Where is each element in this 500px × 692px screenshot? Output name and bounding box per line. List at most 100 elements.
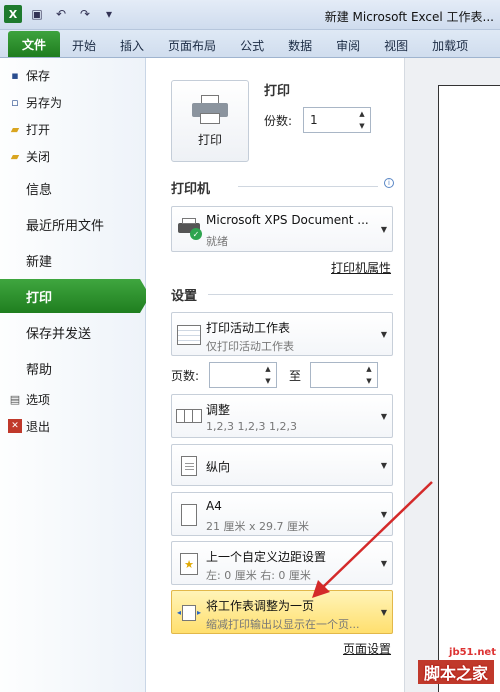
nav-save-as-label: 另存为 xyxy=(26,95,63,110)
scaling-dropdown[interactable]: ◂ ▸ 将工作表调整为一页 缩减打印输出以显示在一个页... ▼ xyxy=(171,590,393,634)
watermark-site: jb51.net xyxy=(449,647,496,658)
copies-spinner[interactable]: 1 ▲ ▼ xyxy=(303,107,371,133)
spinner-arrows-icon[interactable]: ▲ ▼ xyxy=(356,110,368,130)
orientation-title: 纵向 xyxy=(206,460,231,474)
save-icon[interactable]: ▣ xyxy=(28,5,46,23)
window-title: 新建 Microsoft Excel 工作表... xyxy=(324,10,494,24)
collate-subtitle: 1,2,3 1,2,3 1,2,3 xyxy=(206,420,297,433)
nav-exit[interactable]: ✕ 退出 xyxy=(0,415,146,437)
tab-data[interactable]: 数据 xyxy=(276,33,324,57)
paper-icon xyxy=(176,501,202,529)
redo-icon[interactable]: ↷ xyxy=(76,5,94,23)
orientation-dropdown[interactable]: 纵向 ▼ xyxy=(171,444,393,486)
caret-down-icon: ▼ xyxy=(380,330,387,339)
nav-recent-label: 最近所用文件 xyxy=(26,218,105,234)
print-button[interactable]: 打印 xyxy=(171,80,249,162)
printer-heading: 打印机 xyxy=(171,182,211,197)
folder-open-icon: ▰ xyxy=(10,122,20,136)
nav-open[interactable]: ▰ 打开 xyxy=(0,118,146,140)
nav-help[interactable]: 帮助 xyxy=(0,351,146,385)
divider xyxy=(238,186,378,187)
nav-save-as[interactable]: ▫ 另存为 xyxy=(0,91,146,113)
print-heading: 打印 xyxy=(264,84,291,99)
tab-view[interactable]: 视图 xyxy=(372,33,420,57)
nav-close[interactable]: ▰ 关闭 xyxy=(0,145,146,167)
check-icon: ✓ xyxy=(190,228,202,240)
print-preview xyxy=(404,58,500,692)
printer-icon: ✓ xyxy=(176,215,202,243)
nav-recent[interactable]: 最近所用文件 xyxy=(0,207,146,241)
printer-dropdown[interactable]: ✓ Microsoft XPS Document ... 就绪 ▼ xyxy=(171,206,393,252)
scaling-title: 将工作表调整为一页 xyxy=(206,599,315,613)
margins-dropdown[interactable]: ★ 上一个自定义边距设置 左: 0 厘米 右: 0 厘米 ▼ xyxy=(171,541,393,585)
scaling-subtitle: 缩减打印输出以显示在一个页... xyxy=(206,618,360,631)
save-icon: ▪ xyxy=(11,68,19,82)
tab-home[interactable]: 开始 xyxy=(60,33,108,57)
options-icon: ▤ xyxy=(9,392,21,406)
pages-to-spinner[interactable]: ▲ ▼ xyxy=(310,362,378,388)
sheet-icon xyxy=(176,321,202,349)
tab-review[interactable]: 审阅 xyxy=(324,33,372,57)
ribbon-tabs: 文件 开始 插入 页面布局 公式 数据 审阅 视图 加载项 xyxy=(0,30,500,58)
nav-open-label: 打开 xyxy=(26,122,51,137)
customize-icon[interactable]: ▾ xyxy=(100,5,118,23)
collate-icon xyxy=(176,403,202,431)
folder-close-icon: ▰ xyxy=(10,149,20,163)
pages-label: 页数: xyxy=(171,369,200,383)
pages-from-spinner[interactable]: ▲ ▼ xyxy=(209,362,277,388)
undo-icon[interactable]: ↶ xyxy=(52,5,70,23)
nav-save-label: 保存 xyxy=(26,68,51,83)
scope-title: 打印活动工作表 xyxy=(206,321,291,335)
caret-down-icon: ▼ xyxy=(380,461,387,470)
tab-formulas[interactable]: 公式 xyxy=(228,33,276,57)
margins-star-icon: ★ xyxy=(176,550,202,578)
quick-access-toolbar: X ▣ ↶ ↷ ▾ xyxy=(4,5,118,23)
spinner-arrows-icon[interactable]: ▲ ▼ xyxy=(363,365,375,385)
nav-new[interactable]: 新建 xyxy=(0,243,146,277)
nav-save[interactable]: ▪ 保存 xyxy=(0,64,146,86)
collate-dropdown[interactable]: 调整 1,2,3 1,2,3 1,2,3 ▼ xyxy=(171,394,393,438)
nav-close-label: 关闭 xyxy=(26,149,51,164)
nav-options-label: 选项 xyxy=(26,392,51,407)
paper-size-dropdown[interactable]: A4 21 厘米 x 29.7 厘米 ▼ xyxy=(171,492,393,536)
fit-page-icon: ◂ ▸ xyxy=(176,599,202,627)
nav-info-label: 信息 xyxy=(26,182,53,198)
margins-title: 上一个自定义边距设置 xyxy=(206,550,327,564)
nav-save-send-label: 保存并发送 xyxy=(26,326,92,342)
page-setup-link[interactable]: 页面设置 xyxy=(343,640,391,657)
nav-print[interactable]: 打印 xyxy=(0,279,150,313)
nav-info[interactable]: 信息 xyxy=(0,171,146,205)
caret-down-icon: ▼ xyxy=(380,510,387,519)
spinner-arrows-icon[interactable]: ▲ ▼ xyxy=(262,365,274,385)
doc-icon xyxy=(176,452,202,480)
nav-new-label: 新建 xyxy=(26,254,53,270)
copies-label: 份数: xyxy=(264,114,293,128)
printer-status: 就绪 xyxy=(206,235,228,248)
backstage-nav: ▪ 保存 ▫ 另存为 ▰ 打开 ▰ 关闭 信息 最近所用文件 新建 打印 保存并… xyxy=(0,58,150,692)
nav-help-label: 帮助 xyxy=(26,362,53,378)
divider xyxy=(208,294,393,295)
scope-subtitle: 仅打印活动工作表 xyxy=(206,340,294,353)
preview-page xyxy=(438,85,500,692)
caret-down-icon: ▼ xyxy=(380,225,387,234)
info-icon[interactable]: i xyxy=(384,178,394,188)
tab-page-layout[interactable]: 页面布局 xyxy=(156,33,228,57)
save-as-icon: ▫ xyxy=(11,95,19,109)
caret-down-icon: ▼ xyxy=(380,412,387,421)
print-button-label: 打印 xyxy=(197,132,222,147)
printer-name: Microsoft XPS Document ... xyxy=(206,213,369,227)
nav-save-send[interactable]: 保存并发送 xyxy=(0,315,146,349)
nav-exit-label: 退出 xyxy=(26,419,51,434)
tab-addins[interactable]: 加载项 xyxy=(420,33,480,57)
excel-logo-icon[interactable]: X xyxy=(4,5,22,23)
watermark-name: 脚本之家 xyxy=(417,660,494,684)
margins-subtitle: 左: 0 厘米 右: 0 厘米 xyxy=(206,569,311,582)
tab-file[interactable]: 文件 xyxy=(8,31,61,57)
print-scope-dropdown[interactable]: 打印活动工作表 仅打印活动工作表 ▼ xyxy=(171,312,393,356)
printer-properties-link[interactable]: 打印机属性 xyxy=(331,259,391,276)
settings-heading: 设置 xyxy=(171,289,198,304)
paper-subtitle: 21 厘米 x 29.7 厘米 xyxy=(206,520,309,533)
tab-insert[interactable]: 插入 xyxy=(108,33,156,57)
nav-options[interactable]: ▤ 选项 xyxy=(0,388,146,410)
paper-title: A4 xyxy=(206,499,222,513)
